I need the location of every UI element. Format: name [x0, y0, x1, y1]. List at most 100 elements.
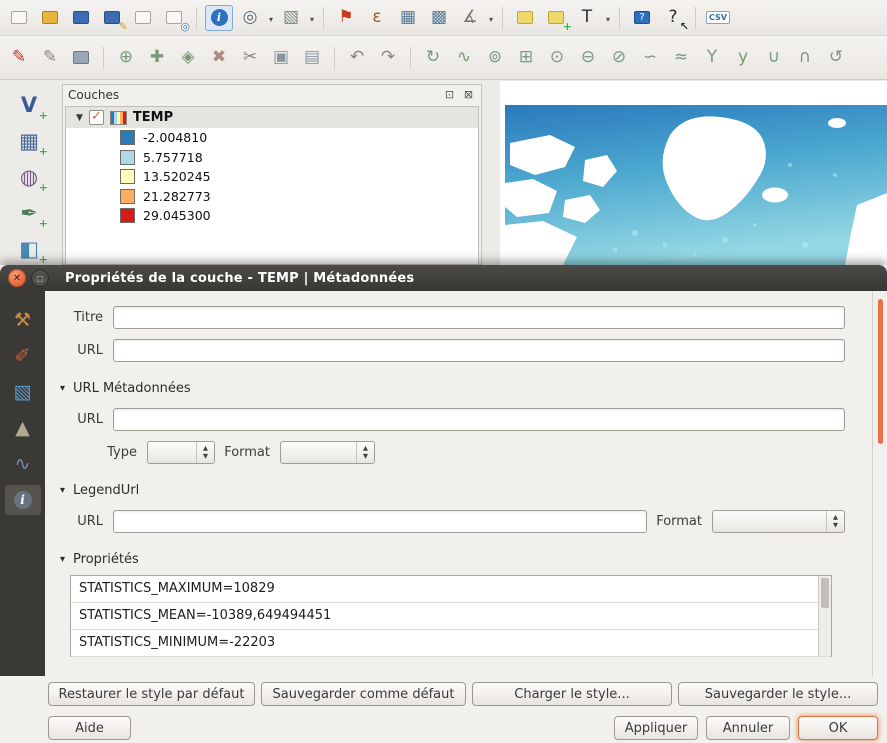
property-row[interactable]: STATISTICS_MINIMUM=-22203 — [71, 630, 831, 657]
titre-input[interactable] — [113, 306, 845, 329]
legend-item[interactable]: 5.757718 — [66, 148, 478, 168]
expand-arrow-icon[interactable]: ▼ — [76, 113, 83, 123]
cancel-button[interactable]: Annuler — [706, 716, 790, 740]
restore-default-style-button[interactable]: Restaurer le style par défaut — [48, 682, 255, 706]
add-wms-layer-icon[interactable]: ◧+ — [12, 234, 46, 264]
tab-general-icon[interactable]: ⚒ — [5, 305, 41, 335]
tab-transparency-icon[interactable]: ▧ — [5, 377, 41, 407]
help-button[interactable]: Aide — [48, 716, 131, 740]
tab-style-icon[interactable]: ✐ — [5, 341, 41, 371]
field-calculator-icon[interactable]: ε — [363, 5, 391, 31]
dialog-scrollbar[interactable] — [872, 291, 887, 676]
properties-scrollbar[interactable] — [818, 576, 831, 656]
dropdown-arrow-icon[interactable]: ▾ — [606, 15, 610, 24]
split-features-icon[interactable]: Y — [698, 45, 726, 71]
restore-button[interactable]: ▢ — [31, 269, 49, 287]
map-canvas[interactable] — [500, 81, 887, 265]
tab-histogram-icon[interactable]: ∿ — [5, 449, 41, 479]
add-raster-layer-icon[interactable]: ▦+ — [12, 126, 46, 156]
load-style-button[interactable]: Charger le style... — [472, 682, 672, 706]
save-layer-edits-icon[interactable] — [67, 45, 95, 71]
reshape-features-icon[interactable]: ∽ — [636, 45, 664, 71]
cut-features-icon[interactable]: ✂ — [236, 45, 264, 71]
dropdown-arrow-icon[interactable]: ▾ — [269, 15, 273, 24]
close-button[interactable]: ✕ — [8, 269, 26, 287]
delete-selected-icon[interactable]: ✖ — [205, 45, 233, 71]
merge-attributes-icon[interactable]: ∩ — [791, 45, 819, 71]
legend-item[interactable]: 29.045300 — [66, 206, 478, 226]
undo-icon[interactable]: ↶ — [343, 45, 371, 71]
text-annotation-icon[interactable]: T▾ — [573, 5, 601, 31]
measure-icon[interactable]: ∡▾ — [456, 5, 484, 31]
split-parts-icon[interactable]: y — [729, 45, 757, 71]
dropdown-arrow-icon[interactable]: ▾ — [310, 15, 314, 24]
current-edits-icon[interactable]: ✎ — [5, 45, 33, 71]
zoom-tool-icon[interactable]: ◎▾ — [236, 5, 264, 31]
move-feature-icon[interactable]: ✚ — [143, 45, 171, 71]
map-tips-icon[interactable] — [511, 5, 539, 31]
tab-pyramids-icon[interactable]: ▲ — [5, 413, 41, 443]
properties-scrollbar-thumb[interactable] — [821, 578, 829, 608]
whats-this-icon[interactable]: ?↖ — [659, 5, 687, 31]
fill-ring-icon[interactable]: ⊙ — [543, 45, 571, 71]
add-delimited-text-icon[interactable]: CSV — [704, 5, 732, 31]
dropdown-arrow-icon[interactable]: ▾ — [489, 15, 493, 24]
delete-part-icon[interactable]: ⊘ — [605, 45, 633, 71]
tab-metadata-icon[interactable]: i — [5, 485, 41, 515]
metadata-type-combo[interactable]: ▲ ▼ — [147, 441, 215, 464]
save-as-default-style-button[interactable]: Sauvegarder comme défaut — [261, 682, 466, 706]
merge-features-icon[interactable]: ∪ — [760, 45, 788, 71]
legend-item[interactable]: -2.004810 — [66, 128, 478, 148]
attribute-table-icon[interactable]: ▦ — [394, 5, 422, 31]
paste-features-icon[interactable]: ▤ — [298, 45, 326, 71]
simplify-feature-icon[interactable]: ∿ — [450, 45, 478, 71]
new-annotation-icon[interactable]: + — [542, 5, 570, 31]
panel-close-button[interactable]: ⊠ — [461, 87, 476, 102]
legend-format-combo[interactable]: ▲ ▼ — [712, 510, 845, 533]
add-spatialite-layer-icon[interactable]: ✒+ — [12, 198, 46, 228]
new-project-icon[interactable] — [5, 5, 33, 31]
section-proprietes[interactable]: ▾ Propriétés — [60, 552, 139, 567]
section-legendurl[interactable]: ▾ LegendUrl — [60, 483, 139, 498]
save-project-icon[interactable] — [67, 5, 95, 31]
metadata-format-combo[interactable]: ▲ ▼ — [280, 441, 375, 464]
redo-icon[interactable]: ↷ — [374, 45, 402, 71]
dialog-titlebar[interactable]: ✕ ▢ Propriétés de la couche - TEMP | Mét… — [0, 265, 887, 291]
property-row[interactable]: STATISTICS_MEAN=-10389,649494451 — [71, 603, 831, 630]
new-print-composer-icon[interactable] — [129, 5, 157, 31]
rotate-point-symbols-icon[interactable]: ↺ — [822, 45, 850, 71]
url-input[interactable] — [113, 339, 845, 362]
ok-button[interactable]: OK — [798, 716, 878, 740]
add-feature-icon[interactable]: ⊕ — [112, 45, 140, 71]
composer-manager-icon[interactable]: ◎ — [160, 5, 188, 31]
select-features-icon[interactable]: ▧▾ — [277, 5, 305, 31]
node-tool-icon[interactable]: ◈ — [174, 45, 202, 71]
property-row[interactable]: STATISTICS_MAXIMUM=10829 — [71, 576, 831, 603]
layer-visibility-checkbox[interactable]: ✓ — [89, 110, 104, 125]
layer-row-temp[interactable]: ▼ ✓ TEMP — [66, 107, 478, 128]
help-contents-icon[interactable]: ? — [628, 5, 656, 31]
open-project-icon[interactable] — [36, 5, 64, 31]
legend-url-input[interactable] — [113, 510, 647, 533]
legend-item[interactable]: 21.282773 — [66, 187, 478, 207]
add-part-icon[interactable]: ⊞ — [512, 45, 540, 71]
delete-ring-icon[interactable]: ⊖ — [574, 45, 602, 71]
apply-button[interactable]: Appliquer — [614, 716, 698, 740]
dialog-scrollbar-thumb[interactable] — [878, 299, 883, 444]
section-url-metadonnees[interactable]: ▾ URL Métadonnées — [60, 381, 191, 396]
raster-calculator-icon[interactable]: ▩ — [425, 5, 453, 31]
offset-curve-icon[interactable]: ≈ — [667, 45, 695, 71]
new-bookmark-icon[interactable]: ⚑ — [332, 5, 360, 31]
save-style-button[interactable]: Sauvegarder le style... — [678, 682, 878, 706]
rotate-feature-icon[interactable]: ↻ — [419, 45, 447, 71]
add-vector-layer-icon[interactable]: V+ — [12, 90, 46, 120]
save-project-as-icon[interactable]: ✎ — [98, 5, 126, 31]
metadata-url-input[interactable] — [113, 408, 845, 431]
add-ring-icon[interactable]: ⊚ — [481, 45, 509, 71]
legend-item[interactable]: 13.520245 — [66, 167, 478, 187]
identify-features-icon[interactable]: i — [205, 5, 233, 31]
copy-features-icon[interactable]: ▣ — [267, 45, 295, 71]
add-postgis-layer-icon[interactable]: ◍+ — [12, 162, 46, 192]
toggle-editing-icon[interactable]: ✎ — [36, 45, 64, 71]
panel-float-button[interactable]: ⊡ — [442, 87, 457, 102]
